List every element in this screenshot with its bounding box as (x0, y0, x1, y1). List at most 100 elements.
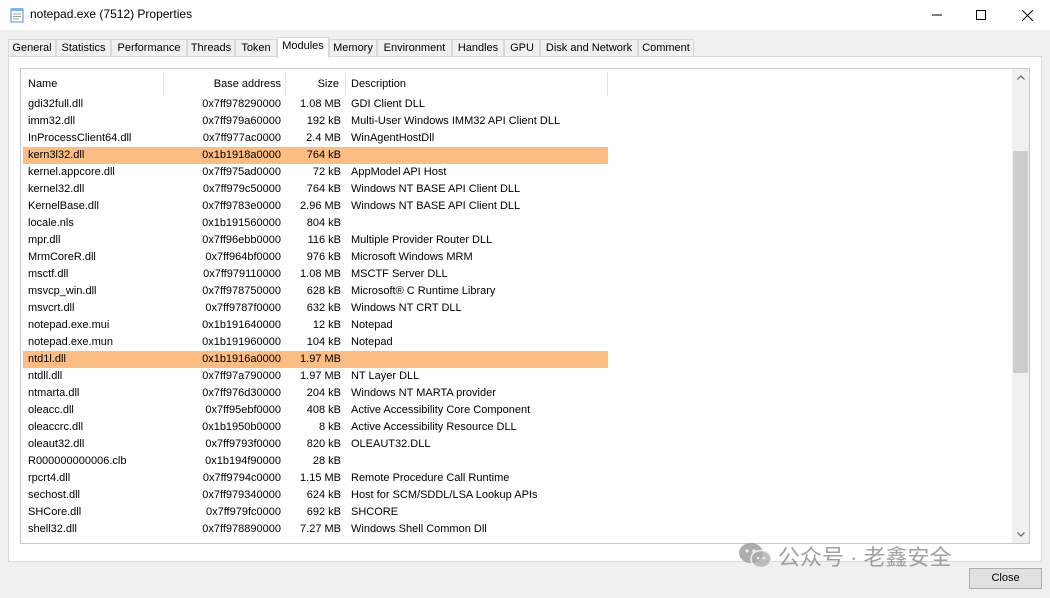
table-row[interactable]: SHCore.dll 0x7ff979fc0000 692 kB SHCORE (23, 504, 608, 521)
tab-token[interactable]: Token (235, 39, 277, 56)
table-row[interactable]: msvcp_win.dll 0x7ff978750000 628 kB Microso… (23, 283, 608, 300)
column-divider[interactable] (345, 72, 346, 96)
table-row[interactable]: R000000000006.clb 0x1b194f90000 28 kB (23, 453, 608, 470)
size-cell: 2.96 MB (300, 200, 341, 212)
tab-memory[interactable]: Memory (329, 39, 377, 56)
table-row[interactable]: sechost.dll 0x7ff979340000 624 kB Host for … (23, 487, 608, 504)
table-row[interactable]: imm32.dll 0x7ff979a60000 192 kB Multi-User … (23, 113, 608, 130)
table-row[interactable]: MrmCoreR.dll 0x7ff964bf0000 976 kB Microsof… (23, 249, 608, 266)
module-name-cell: msvcrt.dll (28, 302, 75, 314)
size-cell: 764 kB (306, 183, 341, 195)
description-cell: Host for SCM/SDDL/LSA Lookup APIs (351, 489, 538, 501)
description-cell: Microsoft® C Runtime Library (351, 285, 496, 297)
table-row[interactable]: ntmarta.dll 0x7ff976d30000 204 kB Windows N… (23, 385, 608, 402)
tab-threads[interactable]: Threads (187, 39, 235, 56)
table-row[interactable]: kernel32.dll 0x7ff979c50000 764 kB Windows … (23, 181, 608, 198)
modules-list[interactable]: Name Base address Size Description gdi32… (20, 68, 1030, 544)
maximize-icon (976, 10, 986, 20)
tab-environment[interactable]: Environment (377, 39, 452, 56)
description-cell: Active Accessibility Core Component (351, 404, 531, 416)
table-row[interactable]: msvcrt.dll 0x7ff9787f0000 632 kB Windows NT… (23, 300, 608, 317)
description-cell: Windows NT BASE API Client DLL (351, 200, 521, 212)
description-cell: AppModel API Host (351, 166, 447, 178)
base-address-cell: 0x7ff977ac0000 (202, 132, 281, 144)
maximize-button[interactable] (958, 0, 1004, 30)
base-address-cell: 0x7ff9794c0000 (202, 472, 281, 484)
table-row[interactable]: gdi32full.dll 0x7ff978290000 1.08 MB GDI Cl… (23, 96, 608, 113)
scroll-up-button[interactable] (1012, 69, 1029, 86)
table-row[interactable]: KernelBase.dll 0x7ff9783e0000 2.96 MB Windo… (23, 198, 608, 215)
module-name-cell: kernel32.dll (28, 183, 85, 195)
description-cell: Notepad (351, 319, 393, 331)
description-cell: Active Accessibility Resource DLL (351, 421, 517, 433)
table-row[interactable]: shell32.dll 0x7ff978890000 7.27 MB Windows … (23, 521, 608, 538)
minimize-button[interactable] (914, 0, 960, 30)
tab-gpu[interactable]: GPU (504, 39, 540, 56)
table-row[interactable]: kern3l32.dll 0x1b1918a0000 764 kB (23, 147, 608, 164)
base-address-cell: 0x7ff976d30000 (202, 387, 281, 399)
base-address-cell: 0x1b194f90000 (205, 455, 281, 467)
tab-statistics[interactable]: Statistics (56, 39, 111, 56)
size-cell: 804 kB (306, 217, 341, 229)
size-cell: 28 kB (312, 455, 341, 467)
tab-general[interactable]: General (8, 39, 56, 56)
module-name-cell: R000000000006.clb (28, 455, 127, 467)
scroll-down-button[interactable] (1012, 526, 1029, 543)
table-row[interactable]: ntdll.dll 0x7ff97a790000 1.97 MB NT Layer D… (23, 368, 608, 385)
window-title: notepad.exe (7512) Properties (30, 7, 193, 21)
tab-handles[interactable]: Handles (452, 39, 504, 56)
tab-modules[interactable]: Modules (277, 37, 329, 58)
size-cell: 72 kB (312, 166, 341, 178)
column-divider[interactable] (607, 72, 608, 96)
column-header-description[interactable]: Description (351, 72, 601, 96)
scrollbar-thumb[interactable] (1013, 151, 1028, 373)
base-address-cell: 0x7ff979fc0000 (205, 506, 281, 518)
column-header-name[interactable]: Name (28, 72, 163, 96)
module-name-cell: SHCore.dll (28, 506, 82, 518)
title-bar: notepad.exe (7512) Properties (0, 0, 1050, 30)
base-address-cell: 0x7ff964bf0000 (205, 251, 281, 263)
column-header-base-address[interactable]: Base address (164, 72, 281, 96)
table-row[interactable]: ntd1l.dll 0x1b1916a0000 1.97 MB (23, 351, 608, 368)
size-cell: 624 kB (306, 489, 341, 501)
table-row[interactable]: kernel.appcore.dll 0x7ff975ad0000 72 kB App… (23, 164, 608, 181)
base-address-cell: 0x7ff9793f0000 (205, 438, 281, 450)
table-row[interactable]: oleacc.dll 0x7ff95ebf0000 408 kB Active Acc… (23, 402, 608, 419)
base-address-cell: 0x1b191960000 (202, 336, 281, 348)
description-cell (351, 351, 611, 368)
size-cell: 1.97 MB (300, 370, 341, 382)
watermark-text: 公众号 · 老鑫安全 (778, 545, 952, 570)
table-row[interactable]: oleaccrc.dll 0x1b1950b0000 8 kB Active Acce… (23, 419, 608, 436)
tab-comment[interactable]: Comment (638, 39, 694, 56)
tab-performance[interactable]: Performance (111, 39, 187, 56)
window-close-button[interactable] (1004, 0, 1050, 30)
column-header-size[interactable]: Size (286, 72, 339, 96)
description-cell: Windows NT MARTA provider (351, 387, 496, 399)
table-row[interactable]: notepad.exe.mui 0x1b191640000 12 kB Notepad (23, 317, 608, 334)
module-name-cell: sechost.dll (28, 489, 80, 501)
module-name-cell: InProcessClient64.dll (28, 132, 132, 144)
table-row[interactable]: msctf.dll 0x7ff979110000 1.08 MB MSCTF Serv… (23, 266, 608, 283)
minimize-icon (932, 14, 942, 16)
base-address-cell: 0x7ff979110000 (203, 268, 281, 280)
table-row[interactable]: locale.nls 0x1b191560000 804 kB (23, 215, 608, 232)
table-row[interactable]: oleaut32.dll 0x7ff9793f0000 820 kB OLEAUT32… (23, 436, 608, 453)
size-cell: 628 kB (306, 285, 341, 297)
description-cell: Windows NT BASE API Client DLL (351, 183, 521, 195)
tab-disk-and-network[interactable]: Disk and Network (540, 39, 638, 56)
size-cell: 104 kB (306, 336, 341, 348)
description-cell: WinAgentHostDll (351, 132, 435, 144)
module-name-cell: ntd1l.dll (28, 353, 66, 365)
size-cell: 192 kB (306, 115, 341, 127)
size-cell: 692 kB (306, 506, 341, 518)
size-cell: 1.08 MB (300, 98, 341, 110)
vertical-scrollbar[interactable] (1012, 69, 1029, 543)
wechat-icon (739, 543, 772, 569)
description-cell (351, 453, 611, 470)
base-address-cell: 0x7ff975ad0000 (202, 166, 281, 178)
table-row[interactable]: notepad.exe.mun 0x1b191960000 104 kB Notepa… (23, 334, 608, 351)
table-row[interactable]: mpr.dll 0x7ff96ebb0000 116 kB Multiple Prov… (23, 232, 608, 249)
table-row[interactable]: rpcrt4.dll 0x7ff9794c0000 1.15 MB Remote Pr… (23, 470, 608, 487)
table-row[interactable]: InProcessClient64.dll 0x7ff977ac0000 2.4 M… (23, 130, 608, 147)
close-button[interactable]: Close (969, 568, 1042, 589)
